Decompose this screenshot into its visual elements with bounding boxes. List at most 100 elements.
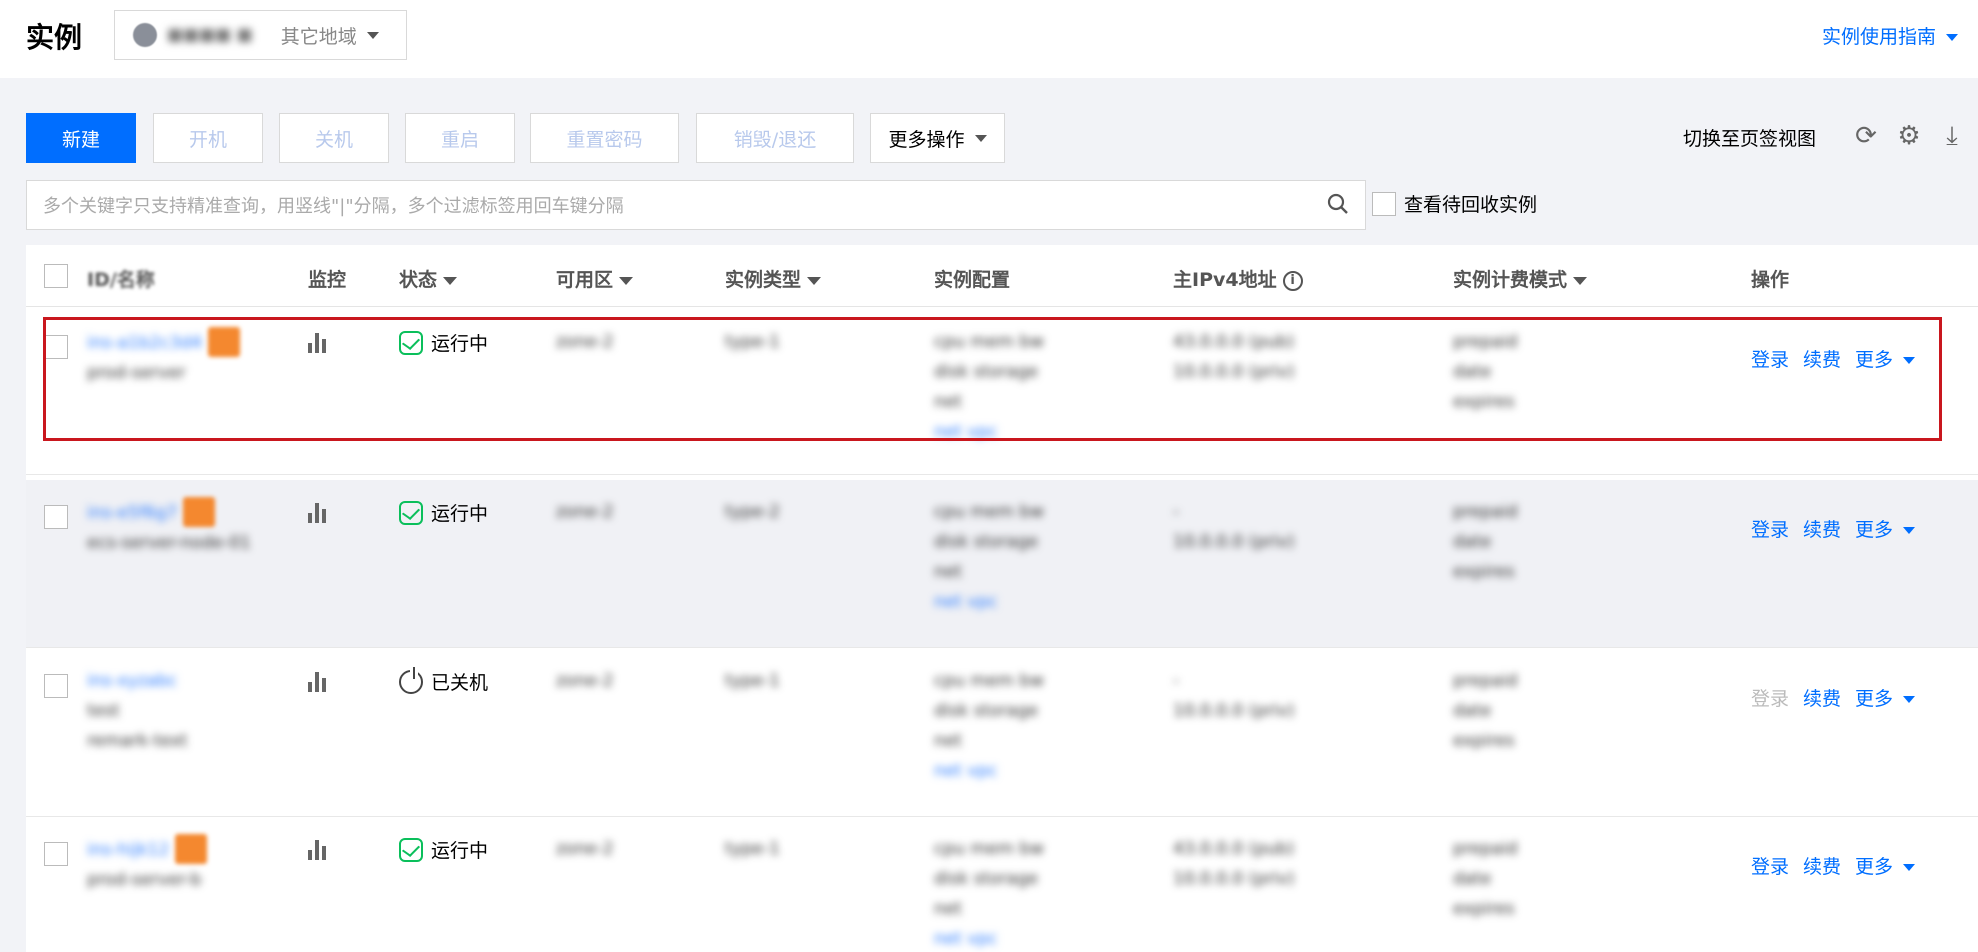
type-value: type-1 <box>725 839 780 859</box>
more-dropdown[interactable]: 更多 <box>1855 684 1916 711</box>
chevron-down-icon <box>1903 864 1916 871</box>
switch-view-link[interactable]: 切换至页签视图 <box>1683 124 1816 151</box>
highlight-box <box>43 317 1942 441</box>
status-cell: 运行中 <box>399 836 488 863</box>
table-row: ins-xyzabc test remark-text 已关机 zone-2 t… <box>26 649 1978 817</box>
start-button[interactable]: 开机 <box>153 113 263 163</box>
tag-badge <box>175 834 208 864</box>
row-checkbox[interactable] <box>44 505 68 529</box>
instance-name: ecs-server-node-01 <box>87 532 251 553</box>
filter-icon[interactable] <box>619 276 634 285</box>
row-actions: 登录 续费 更多 <box>1751 684 1916 711</box>
refresh-icon[interactable]: ⟳ <box>1852 122 1880 150</box>
instance-id-link[interactable]: ins-e5f6g7 <box>87 503 177 523</box>
renew-link[interactable]: 续费 <box>1803 515 1841 542</box>
status-text: 运行中 <box>431 503 489 525</box>
col-type-label: 实例类型 <box>725 269 802 291</box>
top-bar: 实例 ■■■■ ■ 其它地域 实例使用指南 <box>0 0 1978 78</box>
type-value: type-1 <box>725 671 780 691</box>
billing-value: prepaid date expires <box>1453 671 1518 751</box>
col-status[interactable]: 状态 <box>399 265 458 292</box>
instance-name: test <box>87 701 120 721</box>
chevron-down-icon <box>366 31 379 39</box>
login-link[interactable]: 登录 <box>1751 515 1789 542</box>
col-config: 实例配置 <box>934 269 1011 291</box>
zone-value: zone-2 <box>556 502 614 522</box>
col-ipv4: 主IPv4地址 i <box>1173 265 1303 292</box>
new-button[interactable]: 新建 <box>26 113 136 163</box>
instance-guide-link[interactable]: 实例使用指南 <box>1822 22 1958 49</box>
search-icon[interactable] <box>1327 193 1349 215</box>
destroy-button[interactable]: 销毁/退还 <box>696 113 854 163</box>
row-checkbox[interactable] <box>44 674 68 698</box>
download-icon[interactable]: ⤓ <box>1938 122 1966 150</box>
renew-link[interactable]: 续费 <box>1803 684 1841 711</box>
instance-remark: remark-text <box>87 731 188 751</box>
select-all-checkbox[interactable] <box>44 264 68 288</box>
more-dropdown[interactable]: 更多 <box>1855 515 1916 542</box>
chevron-down-icon <box>1946 34 1958 41</box>
region-selector[interactable]: ■■■■ ■ 其它地域 <box>114 10 407 60</box>
instance-id-name: ins-xyzabc test remark-text <box>87 666 188 756</box>
info-icon[interactable]: i <box>1282 270 1303 291</box>
more-dropdown[interactable]: 更多 <box>1855 852 1916 879</box>
instance-id-name: ins-e5f6g7 ecs-server-node-01 <box>87 497 251 558</box>
power-off-icon <box>399 666 423 694</box>
renew-link[interactable]: 续费 <box>1803 852 1841 879</box>
filter-icon[interactable] <box>443 276 458 285</box>
status-text: 已关机 <box>431 672 489 694</box>
monitor-icon[interactable] <box>308 503 326 528</box>
col-id-name: ID/名称 <box>87 269 155 291</box>
col-zone[interactable]: 可用区 <box>556 265 634 292</box>
tag-badge <box>183 497 216 527</box>
current-region: ■■■■ ■ <box>167 25 253 45</box>
status-text: 运行中 <box>431 840 489 862</box>
filter-icon[interactable] <box>1573 276 1588 285</box>
billing-value: prepaid date expires <box>1453 839 1518 919</box>
instance-id-link[interactable]: ins-hijk12 <box>87 840 169 860</box>
zone-value: zone-2 <box>556 839 614 859</box>
reset-password-button[interactable]: 重置密码 <box>530 113 679 163</box>
page-title: 实例 <box>26 21 83 54</box>
chevron-down-icon <box>1903 527 1916 534</box>
zone-value: zone-2 <box>556 671 614 691</box>
col-actions: 操作 <box>1751 269 1790 291</box>
config-value: cpu mem bw disk storage net net vpc <box>934 502 1044 612</box>
recycle-checkbox[interactable] <box>1372 191 1396 216</box>
status-cell: 已关机 <box>399 666 489 695</box>
table-header: ID/名称 监控 状态 可用区 实例类型 实例配置 主IPv4地址 i 实例计费模… <box>26 245 1978 307</box>
more-actions-label: 更多操作 <box>888 128 965 151</box>
col-ipv4-label: 主IPv4地址 <box>1173 269 1277 291</box>
stop-button[interactable]: 关机 <box>279 113 389 163</box>
more-label: 更多 <box>1855 856 1894 878</box>
monitor-icon[interactable] <box>308 840 326 865</box>
gear-icon[interactable]: ⚙ <box>1895 122 1923 150</box>
monitor-icon[interactable] <box>308 672 326 697</box>
more-label: 更多 <box>1855 688 1894 710</box>
row-checkbox[interactable] <box>44 842 68 866</box>
instance-id-link[interactable]: ins-xyzabc <box>87 671 177 691</box>
more-label: 更多 <box>1855 519 1894 541</box>
instance-name: prod-server-b <box>87 869 202 890</box>
col-billing[interactable]: 实例计费模式 <box>1453 265 1588 292</box>
filter-icon[interactable] <box>807 276 822 285</box>
search-placeholder: 多个关键字只支持精准查询，用竖线"|"分隔，多个过滤标签用回车键分隔 <box>43 196 624 217</box>
more-actions-button[interactable]: 更多操作 <box>870 113 1005 163</box>
search-input[interactable]: 多个关键字只支持精准查询，用竖线"|"分隔，多个过滤标签用回车键分隔 <box>26 180 1366 230</box>
recycle-label: 查看待回收实例 <box>1404 194 1538 216</box>
ipv4-value: -10.0.0.0 (priv) <box>1173 502 1295 552</box>
instance-guide-label: 实例使用指南 <box>1821 26 1936 48</box>
login-link[interactable]: 登录 <box>1751 852 1789 879</box>
login-link: 登录 <box>1751 688 1790 710</box>
col-status-label: 状态 <box>399 269 438 291</box>
restart-button[interactable]: 重启 <box>405 113 515 163</box>
instance-id-name: ins-hijk12 prod-server-b <box>87 834 208 895</box>
col-type[interactable]: 实例类型 <box>725 265 822 292</box>
table-row: ins-e5f6g7 ecs-server-node-01 运行中 zone-2… <box>26 480 1978 648</box>
row-actions: 登录 续费 更多 <box>1751 515 1916 542</box>
ipv4-value: 43.0.0.0 (pub) 10.0.0.0 (priv) <box>1173 839 1295 889</box>
recycle-filter[interactable]: 查看待回收实例 <box>1372 190 1537 217</box>
running-status-icon <box>399 837 423 862</box>
type-value: type-2 <box>725 502 780 522</box>
row-actions: 登录 续费 更多 <box>1751 852 1916 879</box>
